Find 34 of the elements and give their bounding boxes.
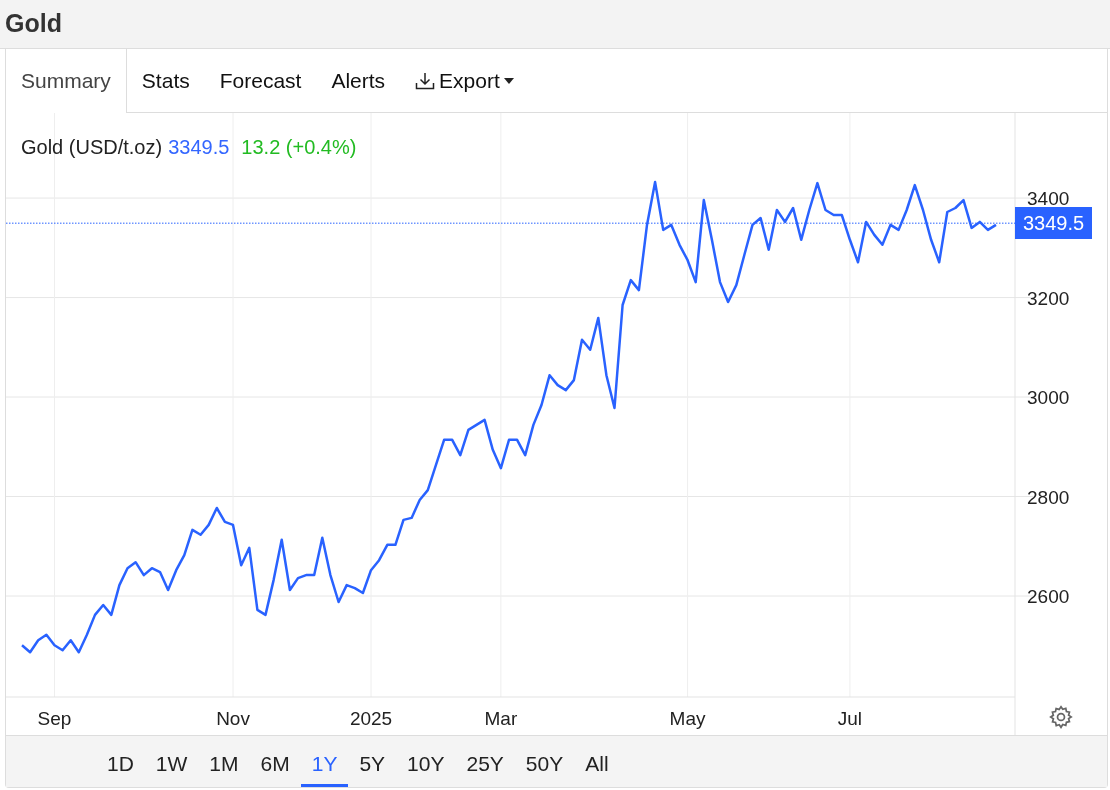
x-axis-label: Jul [837, 708, 863, 729]
x-axis-label: Sep [37, 708, 72, 729]
legend-name: Gold (USD/t.oz) [21, 135, 163, 160]
x-axis-label: May [669, 708, 706, 729]
x-axis-label: Nov [216, 708, 250, 729]
range-button[interactable]: 25Y [455, 743, 515, 787]
range-button[interactable]: 1D [96, 743, 145, 787]
page-title: Gold [5, 8, 62, 40]
legend-price: 3349.5 [168, 135, 230, 160]
export-dropdown[interactable]: Export [400, 49, 529, 112]
y-axis-label: 3200 [1027, 287, 1070, 309]
range-button[interactable]: 10Y [396, 743, 456, 787]
x-axis-label: Mar [484, 708, 518, 729]
caret-icon [503, 77, 514, 84]
y-axis-label: 2600 [1027, 586, 1070, 607]
range-button[interactable]: 1M [198, 743, 250, 787]
tab[interactable]: Forecast [204, 49, 317, 112]
tab[interactable]: Stats [126, 49, 205, 112]
y-axis-label: 3000 [1027, 387, 1070, 409]
range-button[interactable]: All [574, 743, 620, 787]
download-icon [415, 71, 436, 90]
y-axis-label: 2800 [1027, 486, 1070, 508]
tab[interactable]: Alerts [316, 49, 401, 112]
y-axis-label: 3400 [1027, 188, 1070, 210]
range-button[interactable]: 50Y [514, 743, 575, 787]
last-price-badge: 3349.5 [1015, 207, 1093, 240]
range-button[interactable]: 1Y [300, 743, 349, 787]
settings-icon[interactable] [1048, 704, 1074, 730]
range-button[interactable]: 5Y [348, 743, 397, 787]
tab[interactable]: Summary [6, 49, 127, 113]
x-axis-label: 2025 [349, 708, 393, 729]
legend-change: 13.2 (+0.4%) [241, 135, 357, 160]
range-button[interactable]: 1W [144, 743, 199, 787]
range-button[interactable]: 6M [249, 743, 301, 787]
